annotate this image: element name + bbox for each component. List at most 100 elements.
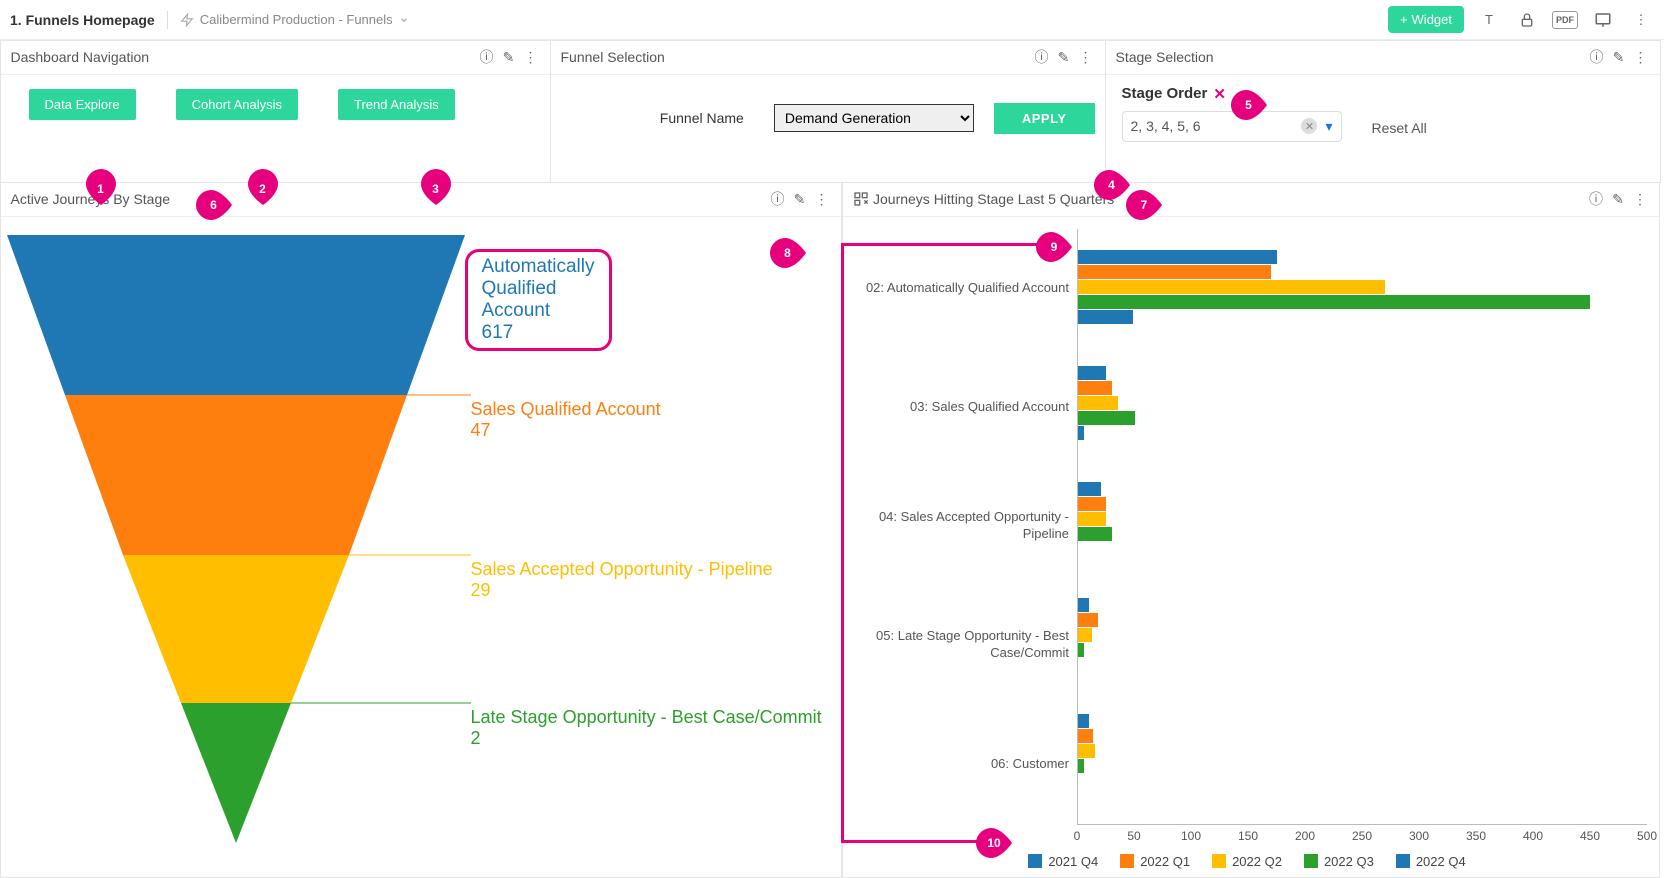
present-icon[interactable] — [1590, 7, 1616, 33]
chevron-down-icon — [399, 15, 409, 25]
more-icon[interactable]: ⋮ — [1629, 186, 1651, 212]
separator — [167, 11, 168, 29]
bar-segment[interactable] — [1078, 310, 1133, 324]
bar-category-label: 04: Sales Accepted Opportunity - Pipelin… — [847, 467, 1077, 586]
more-icon[interactable]: ⋮ — [520, 44, 542, 70]
panel-active-journeys: Active Journeys By Stage ⓘ ✎ ⋮ Automatic… — [0, 182, 842, 878]
dropdown-icon[interactable]: ▾ — [1325, 118, 1332, 135]
bar-segment[interactable] — [1078, 512, 1106, 526]
apply-button[interactable]: APPLY — [994, 103, 1095, 134]
bar-segment[interactable] — [1078, 628, 1092, 642]
legend-item[interactable]: 2022 Q2 — [1212, 854, 1282, 869]
panel-title: Stage Selection — [1116, 49, 1586, 65]
x-tick: 300 — [1409, 829, 1429, 843]
trend-analysis-button[interactable]: Trend Analysis — [338, 89, 455, 120]
panel-journeys-hitting-stage: Journeys Hitting Stage Last 5 Quarters ⓘ… — [842, 182, 1660, 878]
info-icon[interactable]: ⓘ — [767, 186, 789, 212]
x-tick: 500 — [1637, 829, 1657, 843]
x-tick: 50 — [1127, 829, 1140, 843]
bar-category-label: 06: Customer — [847, 705, 1077, 824]
more-icon[interactable]: ⋮ — [811, 186, 833, 212]
stage-order-label: Stage Order ✕ — [1122, 85, 1342, 103]
bar-segment[interactable] — [1078, 759, 1084, 773]
bar-segment[interactable] — [1078, 482, 1101, 496]
clear-filter-icon[interactable]: ✕ — [1213, 85, 1226, 103]
bar-segment[interactable] — [1078, 643, 1084, 657]
info-icon[interactable]: ⓘ — [1585, 186, 1607, 212]
x-tick: 0 — [1074, 829, 1081, 843]
bar-category-label: 02: Automatically Qualified Account — [847, 229, 1077, 348]
info-icon[interactable]: ⓘ — [1031, 44, 1053, 70]
edit-icon[interactable]: ✎ — [789, 186, 811, 212]
widget-label: Widget — [1412, 12, 1452, 27]
bar-segment[interactable] — [1078, 744, 1095, 758]
panel-title: Dashboard Navigation — [11, 49, 476, 65]
bar-segment[interactable] — [1078, 280, 1385, 294]
more-icon[interactable]: ⋮ — [1630, 44, 1652, 70]
plus-icon: + — [1400, 12, 1408, 27]
bar-segment[interactable] — [1078, 613, 1098, 627]
bar-category-label: 05: Late Stage Opportunity - Best Case/C… — [847, 586, 1077, 705]
edit-icon[interactable]: ✎ — [1608, 44, 1630, 70]
x-tick: 100 — [1181, 829, 1201, 843]
x-tick: 350 — [1466, 829, 1486, 843]
pdf-export-icon[interactable]: PDF — [1552, 11, 1578, 29]
topbar: 1. Funnels Homepage Calibermind Producti… — [0, 0, 1664, 40]
funnel-stage-label: Late Stage Opportunity - Best Case/Commi… — [471, 707, 822, 749]
panel-title: Funnel Selection — [561, 49, 1031, 65]
page-title: 1. Funnels Homepage — [10, 12, 155, 28]
bar-segment[interactable] — [1078, 366, 1106, 380]
cohort-analysis-button[interactable]: Cohort Analysis — [176, 89, 298, 120]
lock-icon[interactable] — [1514, 7, 1540, 33]
edit-icon[interactable]: ✎ — [1053, 44, 1075, 70]
explore-icon[interactable] — [853, 191, 869, 207]
data-explore-button[interactable]: Data Explore — [29, 89, 136, 120]
bar-segment[interactable] — [1078, 714, 1089, 728]
bar-segment[interactable] — [1078, 527, 1112, 541]
bar-segment[interactable] — [1078, 497, 1106, 511]
bar-segment[interactable] — [1078, 265, 1271, 279]
bar-segment[interactable] — [1078, 396, 1118, 410]
panel-dashboard-navigation: Dashboard Navigation ⓘ ✎ ⋮ Data Explore … — [0, 40, 551, 183]
bolt-icon — [180, 13, 194, 27]
legend-item[interactable]: 2022 Q4 — [1396, 854, 1466, 869]
x-tick: 150 — [1238, 829, 1258, 843]
info-icon[interactable]: ⓘ — [476, 44, 498, 70]
more-menu-icon[interactable]: ⋮ — [1628, 7, 1654, 33]
funnel-chart[interactable] — [1, 227, 471, 867]
funnel-name-label: Funnel Name — [660, 110, 744, 126]
x-tick: 450 — [1580, 829, 1600, 843]
bar-segment[interactable] — [1078, 598, 1089, 612]
clear-icon[interactable]: ✕ — [1301, 118, 1317, 134]
stage-order-value: 2, 3, 4, 5, 6 — [1131, 118, 1294, 134]
bar-segment[interactable] — [1078, 250, 1277, 264]
bar-chart[interactable]: 02: Automatically Qualified Account03: S… — [843, 217, 1659, 877]
info-icon[interactable]: ⓘ — [1586, 44, 1608, 70]
bar-segment[interactable] — [1078, 729, 1093, 743]
legend-item[interactable]: 2022 Q3 — [1304, 854, 1374, 869]
edit-icon[interactable]: ✎ — [498, 44, 520, 70]
x-tick: 250 — [1352, 829, 1372, 843]
more-icon[interactable]: ⋮ — [1075, 44, 1097, 70]
panel-title: Journeys Hitting Stage Last 5 Quarters — [873, 191, 1585, 207]
model-selector[interactable]: Calibermind Production - Funnels — [180, 12, 409, 27]
funnel-stage-label: Sales Accepted Opportunity - Pipeline29 — [471, 559, 773, 601]
chart-legend: 2021 Q4 2022 Q1 2022 Q2 2022 Q3 2022 Q4 — [847, 854, 1647, 869]
edit-icon[interactable]: ✎ — [1607, 186, 1629, 212]
bar-segment[interactable] — [1078, 411, 1135, 425]
legend-item[interactable]: 2021 Q4 — [1028, 854, 1098, 869]
reset-all-button[interactable]: Reset All — [1372, 120, 1427, 142]
funnel-name-select[interactable]: Demand Generation — [774, 104, 974, 132]
bar-segment[interactable] — [1078, 381, 1112, 395]
add-widget-button[interactable]: + Widget — [1388, 6, 1464, 33]
model-name: Calibermind Production - Funnels — [200, 12, 393, 27]
dashboard-grid: Dashboard Navigation ⓘ ✎ ⋮ Data Explore … — [0, 40, 1664, 877]
legend-item[interactable]: 2022 Q1 — [1120, 854, 1190, 869]
stage-order-input[interactable]: 2, 3, 4, 5, 6 ✕ ▾ — [1122, 111, 1342, 142]
panel-stage-selection: Stage Selection ⓘ ✎ ⋮ Stage Order ✕ 2, 3… — [1105, 40, 1661, 183]
bar-segment[interactable] — [1078, 295, 1590, 309]
bar-category-label: 03: Sales Qualified Account — [847, 348, 1077, 467]
text-tool-icon[interactable]: T — [1476, 7, 1502, 33]
bar-segment[interactable] — [1078, 426, 1084, 440]
funnel-stage-label: Sales Qualified Account47 — [471, 399, 661, 441]
